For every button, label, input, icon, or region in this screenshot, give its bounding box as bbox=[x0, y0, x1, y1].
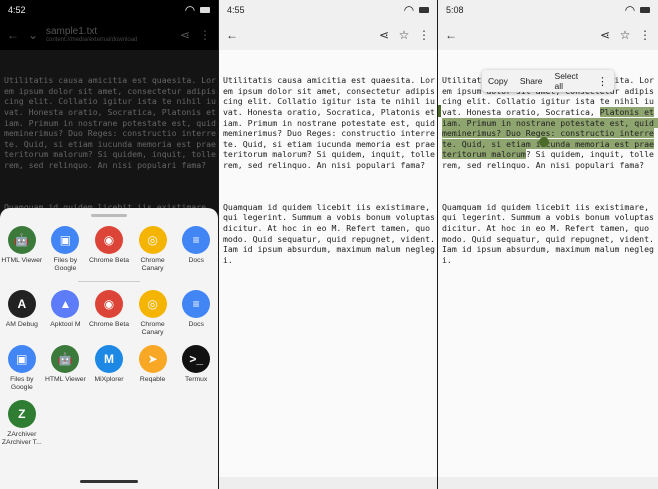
share-target-label: Reqable bbox=[139, 376, 166, 383]
share-target-label: Files by Google bbox=[53, 257, 78, 272]
wifi-icon: ◠ bbox=[184, 3, 196, 17]
am-icon: A bbox=[7, 290, 36, 318]
chevron-down-icon[interactable]: ⌄ bbox=[26, 28, 40, 42]
docs-icon: ≡ bbox=[182, 226, 211, 254]
bottom-bar bbox=[438, 477, 658, 489]
docs-icon: ≡ bbox=[182, 290, 211, 318]
share-button[interactable]: Share bbox=[520, 76, 543, 86]
share-target-label: Termux bbox=[185, 376, 208, 383]
files-icon: ▣ bbox=[7, 345, 36, 373]
share-target-mixplorer[interactable]: M MiXplorer bbox=[87, 345, 131, 392]
status-time: 4:55 bbox=[227, 5, 245, 15]
share-target-docs[interactable]: ≡ Docs bbox=[174, 290, 218, 337]
share-target-files[interactable]: ▣ Files by Google bbox=[44, 226, 88, 273]
share-sheet: 🤖 HTML Viewer ▣ Files by Google ◉ Chrome Beta… bbox=[0, 208, 218, 489]
share-target-am[interactable]: A AM Debug bbox=[0, 290, 44, 337]
star-icon[interactable]: ☆ bbox=[397, 28, 411, 42]
share-target-android[interactable]: 🤖 HTML Viewer bbox=[44, 345, 88, 392]
paragraph-2: Quamquam id quidem licebit iis existimar… bbox=[442, 201, 654, 265]
sheet-drag-handle[interactable] bbox=[91, 214, 127, 217]
star-icon[interactable]: ☆ bbox=[618, 28, 632, 42]
status-time: 5:08 bbox=[446, 5, 464, 15]
share-icon[interactable]: ⋖ bbox=[598, 28, 612, 42]
share-target-label: ZArchiver ZArchiver T... bbox=[1, 431, 42, 446]
share-app-grid: 🤖 HTML Viewer ▣ Files by Google ◉ Chrome Beta… bbox=[0, 226, 218, 447]
copy-button[interactable]: Copy bbox=[488, 76, 508, 86]
share-target-label: Chrome Beta bbox=[88, 257, 130, 264]
selection-end-handle[interactable] bbox=[539, 137, 549, 147]
share-target-label: Chrome Beta bbox=[88, 321, 130, 328]
back-arrow-icon[interactable]: ← bbox=[6, 28, 20, 42]
share-target-label: Apktool M bbox=[50, 321, 81, 328]
files-icon: ▣ bbox=[51, 226, 80, 254]
share-target-label: Docs bbox=[188, 257, 204, 264]
back-arrow-icon[interactable]: ← bbox=[444, 28, 458, 42]
status-bar: 4:55 ◠ bbox=[219, 0, 437, 20]
share-target-chrome-canary[interactable]: ◎ Chrome Canary bbox=[131, 226, 175, 273]
share-target-label: HTML Viewer bbox=[1, 257, 43, 264]
share-target-zarchiver[interactable]: Z ZArchiver ZArchiver T... bbox=[0, 400, 44, 447]
status-time: 4:52 bbox=[8, 5, 26, 15]
back-arrow-icon[interactable]: ← bbox=[225, 28, 239, 42]
paragraph-2: Quamquam id quidem licebit iis existimar… bbox=[223, 201, 435, 265]
share-target-label: AM Debug bbox=[5, 321, 38, 328]
apktool-icon: ▲ bbox=[51, 290, 80, 318]
share-target-label: MiXplorer bbox=[94, 376, 124, 383]
share-target-label: Files by Google bbox=[10, 376, 34, 391]
battery-icon bbox=[419, 7, 429, 13]
share-target-docs[interactable]: ≡ Docs bbox=[174, 226, 218, 273]
file-path: content://media/external/download bbox=[46, 37, 138, 44]
share-target-chrome[interactable]: ◉ Chrome Beta bbox=[87, 290, 131, 337]
share-target-chrome-canary[interactable]: ◎ Chrome Canary bbox=[131, 290, 175, 337]
wifi-icon: ◠ bbox=[403, 3, 415, 17]
share-target-termux[interactable]: >_ Termux bbox=[174, 345, 218, 392]
share-target-apktool[interactable]: ▲ Apktool M bbox=[44, 290, 88, 337]
more-vert-icon[interactable]: ⋮ bbox=[597, 75, 608, 88]
reader-screen: 4:55 ◠ ← ⋖ ☆ ⋮ Utilitatis causa amicitia… bbox=[219, 0, 437, 489]
chrome-icon: ◉ bbox=[94, 226, 123, 254]
file-title: sample1.txt bbox=[46, 26, 98, 38]
share-icon[interactable]: ⋖ bbox=[178, 28, 192, 42]
android-icon: 🤖 bbox=[7, 226, 36, 254]
share-target-reqable[interactable]: ➤ Reqable bbox=[131, 345, 175, 392]
nav-gesture-bar[interactable] bbox=[80, 480, 138, 483]
status-bar: 4:52 ◠ bbox=[0, 0, 218, 20]
chrome-canary-icon: ◎ bbox=[138, 226, 167, 254]
app-bar: ← ⋖ ☆ ⋮ bbox=[219, 20, 437, 50]
app-bar: ← ⋖ ☆ ⋮ bbox=[438, 20, 658, 50]
mixplorer-icon: M bbox=[94, 345, 123, 373]
share-target-files[interactable]: ▣ Files by Google bbox=[0, 345, 44, 392]
status-bar: 5:08 ◠ bbox=[438, 0, 658, 20]
app-bar: ← ⌄ sample1.txt content://media/external… bbox=[0, 20, 218, 50]
share-section-divider bbox=[78, 281, 140, 282]
reqable-icon: ➤ bbox=[138, 345, 167, 373]
paragraph-1: Utilitatis causa amicitia est quaesita. … bbox=[223, 75, 435, 170]
more-vert-icon[interactable]: ⋮ bbox=[638, 28, 652, 42]
chrome-icon: ◉ bbox=[94, 290, 123, 318]
share-target-label: Chrome Canary bbox=[140, 257, 165, 272]
share-icon[interactable]: ⋖ bbox=[377, 28, 391, 42]
selection-start-handle[interactable] bbox=[438, 105, 441, 117]
share-target-label: Docs bbox=[188, 321, 204, 328]
document-text: Utilitatis causa amicitia est quaesita. … bbox=[223, 54, 435, 296]
select-all-button[interactable]: Select all bbox=[555, 71, 585, 91]
share-sheet-screen: 4:52 ◠ ← ⌄ sample1.txt content://media/e… bbox=[0, 0, 218, 489]
wifi-icon: ◠ bbox=[624, 3, 636, 17]
more-vert-icon[interactable]: ⋮ bbox=[198, 28, 212, 42]
termux-icon: >_ bbox=[182, 345, 211, 373]
more-vert-icon[interactable]: ⋮ bbox=[417, 28, 431, 42]
paragraph-1: Utilitatis causa amicitia est quaesita. … bbox=[4, 75, 216, 170]
zarchiver-icon: Z bbox=[7, 400, 36, 428]
text-selection-toolbar: Copy Share Select all ⋮ bbox=[482, 70, 614, 92]
chrome-canary-icon: ◎ bbox=[138, 290, 167, 318]
share-target-label: Chrome Canary bbox=[140, 321, 165, 336]
bottom-bar bbox=[219, 477, 437, 489]
share-target-chrome[interactable]: ◉ Chrome Beta bbox=[87, 226, 131, 273]
battery-icon bbox=[640, 7, 650, 13]
android-icon: 🤖 bbox=[51, 345, 80, 373]
battery-icon bbox=[200, 7, 210, 13]
share-target-label: HTML Viewer bbox=[44, 376, 86, 383]
share-target-android[interactable]: 🤖 HTML Viewer bbox=[0, 226, 44, 273]
